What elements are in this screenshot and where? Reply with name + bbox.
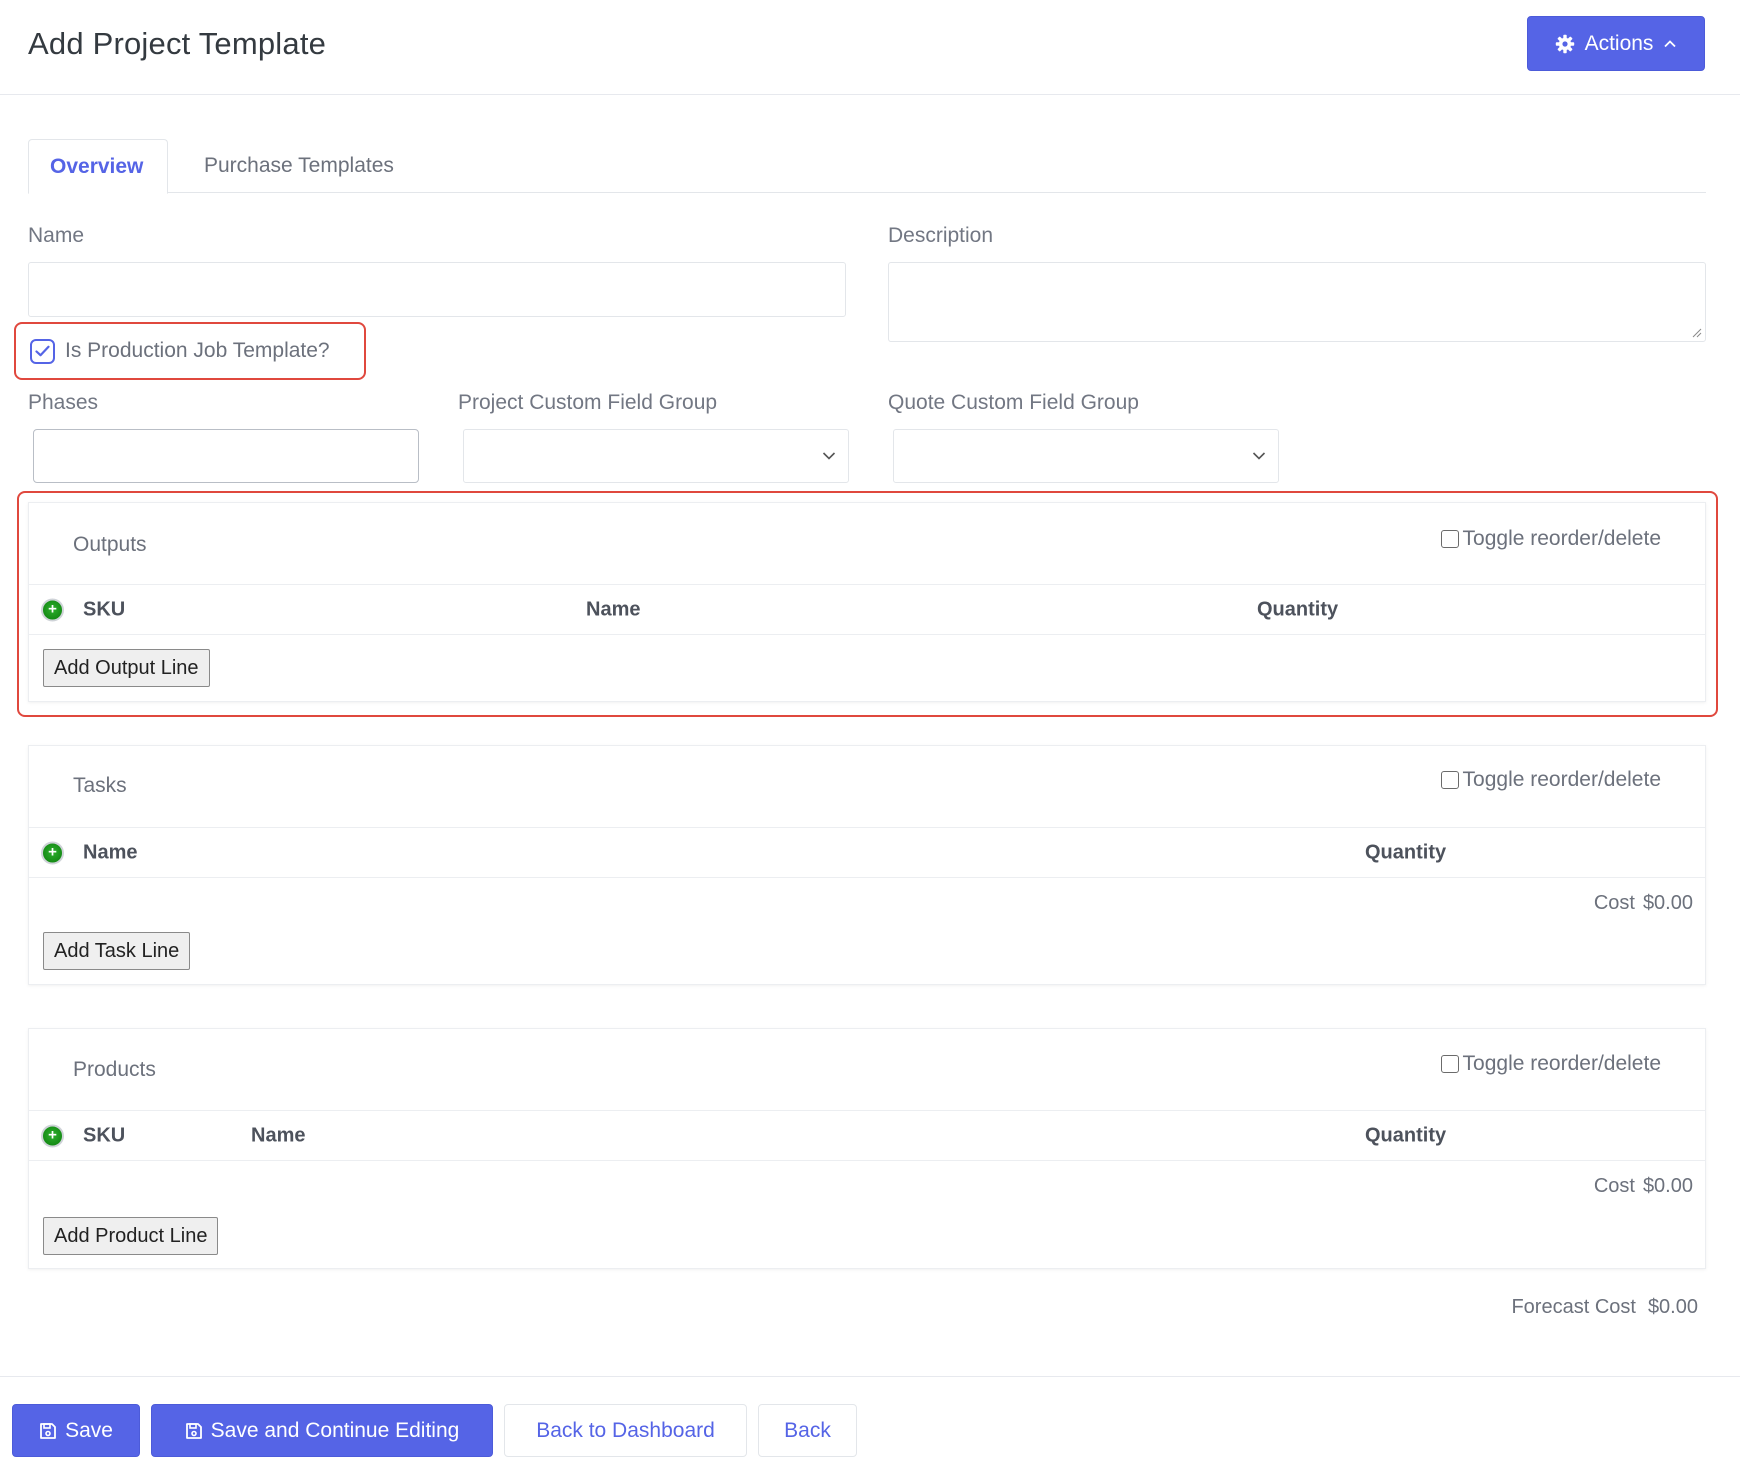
floppy-disk-icon xyxy=(40,1422,56,1439)
tasks-toggle-reorder[interactable]: Toggle reorder/delete xyxy=(1440,768,1661,792)
save-continue-label: Save and Continue Editing xyxy=(210,1418,460,1442)
name-label: Name xyxy=(28,224,85,247)
save-button[interactable]: Save xyxy=(12,1404,140,1457)
gear-icon xyxy=(1555,34,1574,53)
column-header-sku: SKU xyxy=(83,598,126,620)
products-panel: Products Toggle reorder/delete + SKU Nam… xyxy=(28,1028,1706,1269)
phases-input[interactable] xyxy=(33,429,419,483)
column-header-quantity: Quantity xyxy=(1257,598,1339,620)
outputs-panel: Outputs Toggle reorder/delete + SKU Name… xyxy=(28,502,1706,702)
project-custom-field-group-select[interactable] xyxy=(463,429,849,483)
project-custom-field-group-label: Project Custom Field Group xyxy=(458,391,718,414)
description-textarea[interactable] xyxy=(888,262,1706,342)
add-task-line-button[interactable]: Add Task Line xyxy=(43,932,191,970)
toggle-label: Toggle reorder/delete xyxy=(1462,768,1661,791)
tasks-panel: Tasks Toggle reorder/delete + Name Quant… xyxy=(28,745,1706,985)
add-task-icon[interactable]: + xyxy=(41,841,64,864)
forecast-cost-value: $0.00 xyxy=(1647,1296,1698,1318)
column-header-name: Name xyxy=(586,598,641,620)
chevron-down-icon xyxy=(1252,452,1266,460)
actions-label: Actions xyxy=(1584,31,1654,55)
back-to-dashboard-button[interactable]: Back to Dashboard xyxy=(504,1404,747,1457)
actions-button[interactable]: Actions xyxy=(1527,16,1705,71)
forecast-cost: Forecast Cost $0.00 xyxy=(1511,1296,1698,1319)
tasks-cost: Cost $0.00 xyxy=(1594,892,1693,915)
add-output-icon[interactable]: + xyxy=(41,598,64,621)
products-header-row: + SKU Name Quantity xyxy=(29,1110,1705,1161)
toggle-checkbox[interactable] xyxy=(1440,530,1459,548)
add-output-line-button[interactable]: Add Output Line xyxy=(43,649,210,687)
column-header-sku: SKU xyxy=(83,1124,126,1146)
tab-bar: Overview Purchase Templates xyxy=(28,139,1706,194)
phases-label: Phases xyxy=(28,391,99,414)
column-header-quantity: Quantity xyxy=(1365,1124,1447,1146)
save-continue-button[interactable]: Save and Continue Editing xyxy=(151,1404,493,1457)
check-icon xyxy=(35,345,50,357)
chevron-down-icon xyxy=(822,452,836,460)
add-product-line-button[interactable]: Add Product Line xyxy=(43,1217,219,1255)
quote-custom-field-group-label: Quote Custom Field Group xyxy=(888,391,1139,414)
back-button[interactable]: Back xyxy=(758,1404,857,1457)
column-header-name: Name xyxy=(251,1124,306,1146)
column-header-name: Name xyxy=(83,841,138,863)
page-header: Add Project Template Actions xyxy=(0,0,1740,95)
products-cost: Cost $0.00 xyxy=(1594,1175,1693,1198)
products-toggle-reorder[interactable]: Toggle reorder/delete xyxy=(1440,1052,1661,1076)
production-template-label: Is Production Job Template? xyxy=(65,339,330,362)
outputs-header-row: + SKU Name Quantity xyxy=(29,584,1705,635)
outputs-toggle-reorder[interactable]: Toggle reorder/delete xyxy=(1440,527,1661,551)
products-title: Products xyxy=(73,1058,156,1081)
toggle-label: Toggle reorder/delete xyxy=(1462,527,1661,550)
chevron-up-icon xyxy=(1664,39,1677,47)
tab-overview[interactable]: Overview xyxy=(28,139,168,194)
tasks-header-row: + Name Quantity xyxy=(29,827,1705,878)
cost-label: Cost xyxy=(1593,1175,1635,1197)
page: Add Project Template Actions Overview Pu… xyxy=(0,0,1740,1471)
column-header-quantity: Quantity xyxy=(1365,841,1447,863)
add-product-icon[interactable]: + xyxy=(41,1124,64,1147)
cost-value: $0.00 xyxy=(1642,892,1693,914)
save-label: Save xyxy=(65,1418,113,1442)
toggle-checkbox[interactable] xyxy=(1440,1055,1459,1073)
outputs-title: Outputs xyxy=(73,533,147,556)
tab-purchase-templates[interactable]: Purchase Templates xyxy=(204,139,394,193)
production-template-checkbox[interactable] xyxy=(30,338,55,364)
production-template-checkbox-row[interactable]: Is Production Job Template? xyxy=(14,322,366,380)
tasks-title: Tasks xyxy=(73,774,127,797)
page-title: Add Project Template xyxy=(28,26,327,61)
cost-label: Cost xyxy=(1593,892,1635,914)
forecast-cost-label: Forecast Cost xyxy=(1511,1296,1636,1318)
floppy-disk-icon xyxy=(185,1422,202,1439)
resize-grip-icon[interactable] xyxy=(1690,326,1702,338)
name-input[interactable] xyxy=(28,262,846,317)
toggle-label: Toggle reorder/delete xyxy=(1462,1052,1661,1075)
cost-value: $0.00 xyxy=(1642,1175,1693,1197)
toggle-checkbox[interactable] xyxy=(1440,771,1459,789)
form-footer: Save Save and Continue Editing Back to D… xyxy=(0,1376,1740,1471)
quote-custom-field-group-select[interactable] xyxy=(893,429,1279,483)
description-label: Description xyxy=(888,224,994,247)
